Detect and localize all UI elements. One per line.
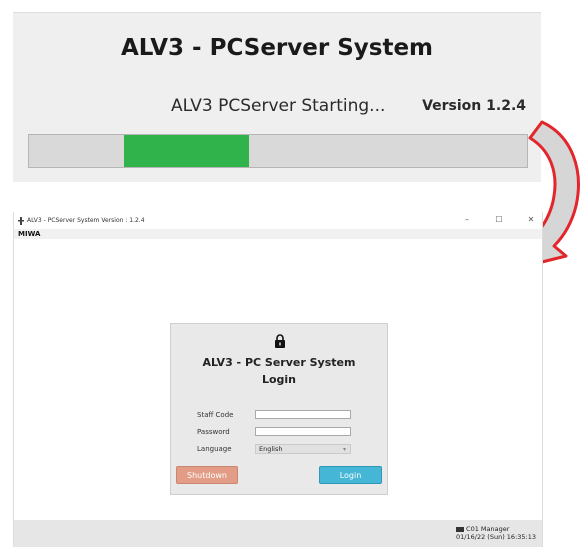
progress-fill (124, 135, 249, 167)
menu-item-miwa[interactable]: MIWA (18, 230, 40, 238)
login-title-line2: Login (261, 373, 297, 386)
splash-status: ALV3 PCServer Starting... (171, 96, 386, 116)
login-dialog: ALV3 - PC Server System Login Staff Code… (170, 323, 388, 495)
window-title: ALV3 - PCServer System Version : 1.2.4 (27, 217, 145, 224)
status-info: C01 Manager 01/16/22 (Sun) 16:35:13 (456, 525, 536, 541)
status-datetime: 01/16/22 (Sun) 16:35:13 (456, 533, 536, 541)
password-label: Password (197, 428, 230, 436)
maximize-button[interactable]: ☐ (494, 215, 504, 224)
login-title-line1: ALV3 - PC Server System (202, 356, 356, 369)
password-input[interactable] (255, 427, 351, 436)
status-user: C01 Manager (466, 525, 510, 533)
language-select[interactable]: English ▾ (255, 444, 351, 454)
staff-code-input[interactable] (255, 410, 351, 419)
main-content: ALV3 - PC Server System Login Staff Code… (14, 239, 542, 520)
staff-code-label: Staff Code (197, 411, 234, 419)
login-button[interactable]: Login (319, 466, 382, 484)
splash-panel: ALV3 - PCServer System ALV3 PCServer Sta… (13, 12, 541, 182)
progress-bar (28, 134, 528, 168)
close-button[interactable]: ✕ (526, 215, 536, 224)
title-bar: ALV3 - PCServer System Version : 1.2.4 –… (14, 212, 542, 229)
shutdown-button[interactable]: Shutdown (176, 466, 238, 484)
menu-bar: MIWA (14, 229, 542, 239)
app-icon (18, 216, 24, 225)
chevron-down-icon: ▾ (342, 446, 346, 453)
lock-icon (275, 334, 285, 348)
language-value: English (259, 445, 283, 453)
splash-title: ALV3 - PCServer System (120, 35, 434, 61)
user-icon (456, 526, 465, 532)
app-window: ALV3 - PCServer System Version : 1.2.4 –… (13, 212, 543, 547)
minimize-button[interactable]: – (462, 215, 472, 224)
status-bar: C01 Manager 01/16/22 (Sun) 16:35:13 (14, 520, 542, 547)
language-label: Language (197, 445, 232, 453)
splash-version: Version 1.2.4 (422, 98, 526, 114)
login-title: ALV3 - PC Server System Login (171, 354, 387, 388)
